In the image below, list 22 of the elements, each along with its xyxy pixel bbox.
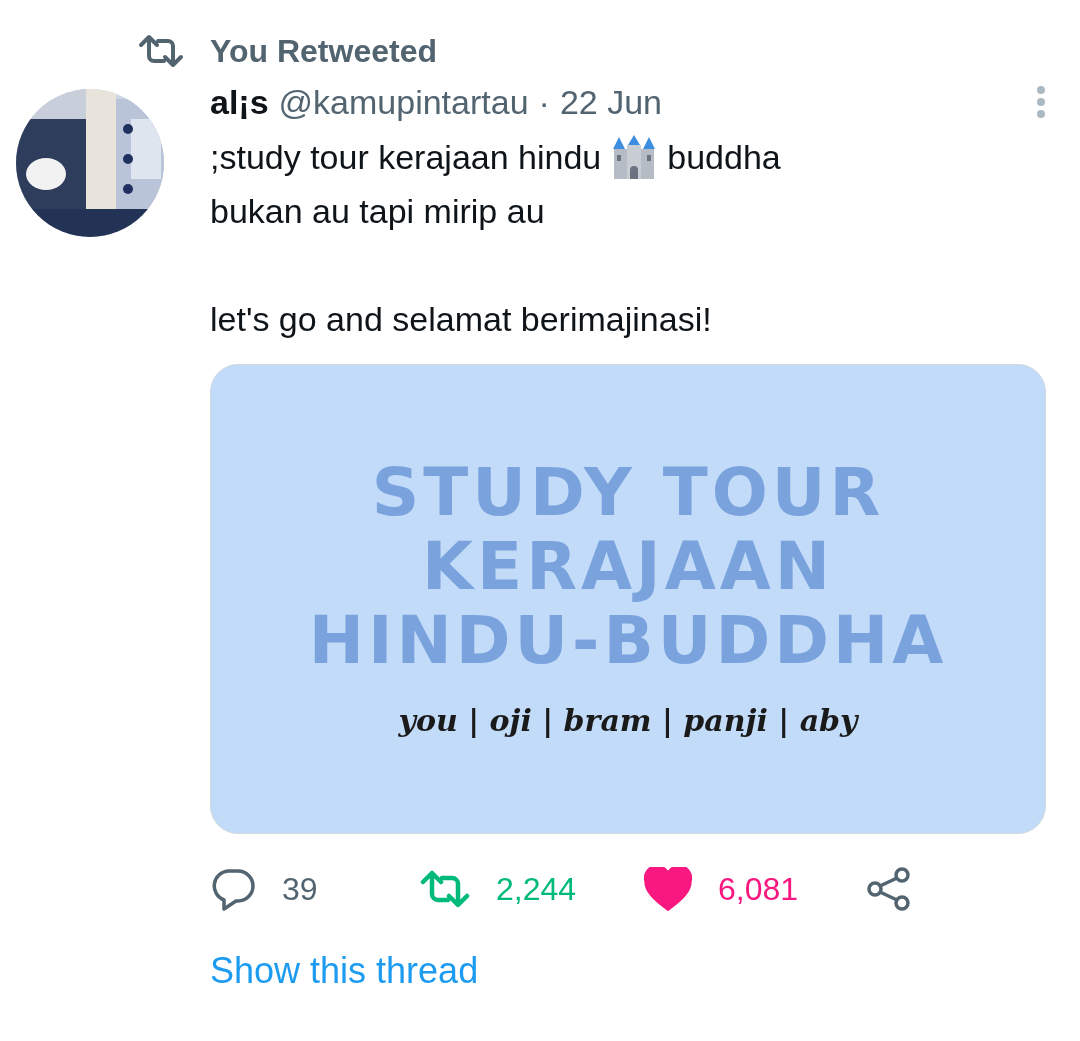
tweet-text: ;study tour kerajaan hindu <box>210 136 602 178</box>
castle-icon <box>611 135 658 179</box>
tweet-image[interactable]: STUDY TOUR KERAJAAN HINDU-BUDDHA you | oji | bram | panji | aby <box>210 364 1046 834</box>
user-handle[interactable]: @kamupintartau <box>278 76 529 128</box>
reply-icon[interactable] <box>210 867 256 911</box>
retweeted-label: You Retweeted <box>210 32 437 71</box>
separator: · <box>538 81 550 123</box>
image-title: HINDU-BUDDHA <box>308 603 948 678</box>
image-title: KERAJAAN <box>421 529 835 604</box>
image-caption: you | oji | bram | panji | aby <box>398 701 858 740</box>
retweet-icon <box>138 34 184 68</box>
retweet-count: 2,244 <box>496 870 577 909</box>
display-name[interactable]: al¡s <box>210 76 269 128</box>
reply-count: 39 <box>282 870 318 909</box>
image-title: STUDY TOUR <box>371 455 885 530</box>
heart-icon[interactable] <box>644 867 692 911</box>
share-icon[interactable] <box>866 867 912 911</box>
tweet-text: buddha <box>667 136 781 178</box>
tweet-text: bukan au tapi mirip au <box>210 192 545 230</box>
like-count: 6,081 <box>718 870 799 909</box>
tweet-text: let's go and selamat berimajinasi! <box>210 300 712 338</box>
tweet-date[interactable]: 22 Jun <box>559 76 662 128</box>
